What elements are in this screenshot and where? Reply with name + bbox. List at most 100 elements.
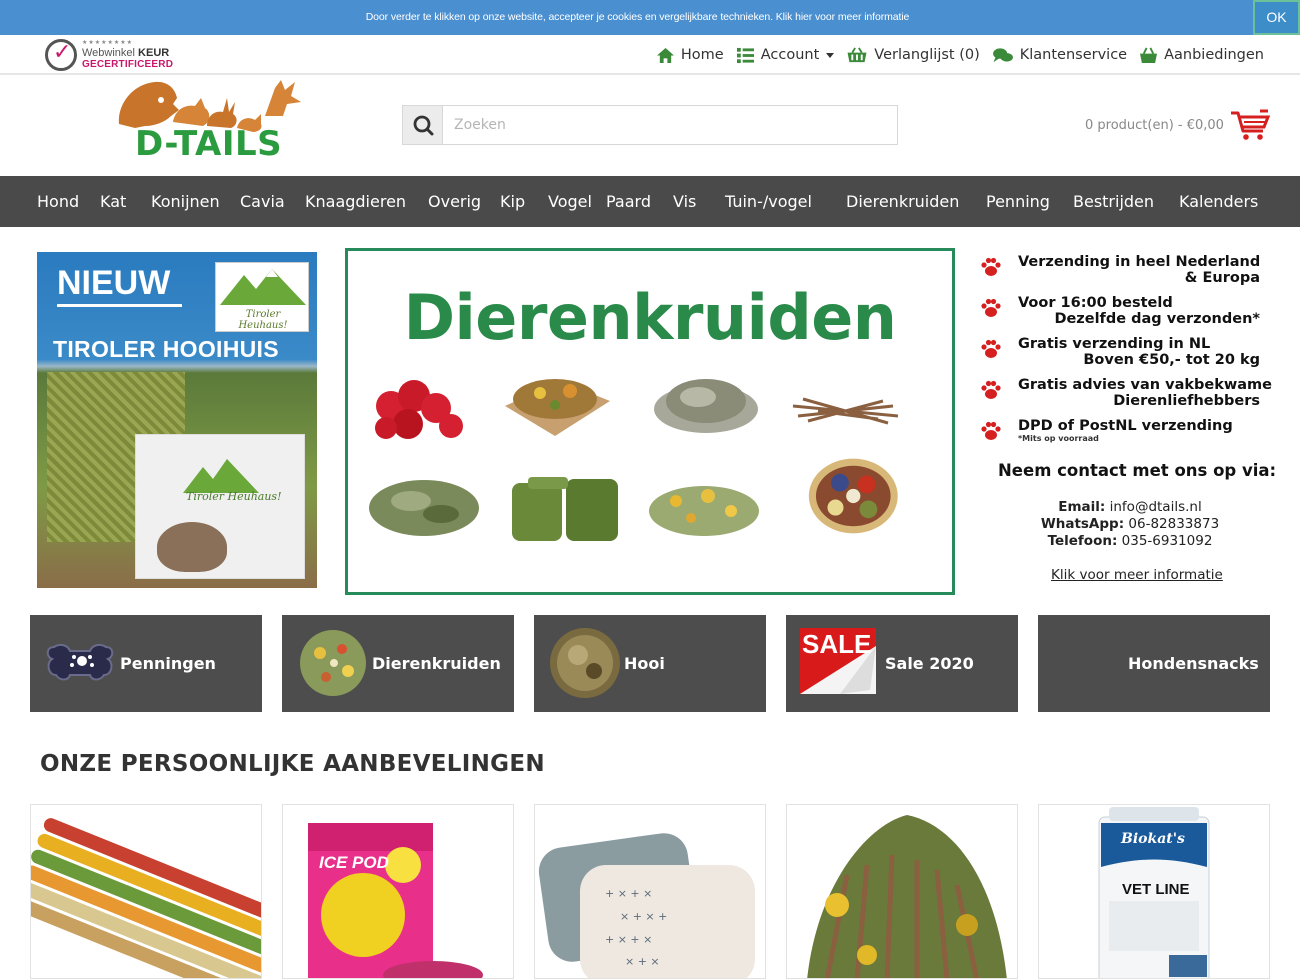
promo-nieuw-heading: NIEUW [57, 264, 171, 302]
contact-email: Email: info@dtails.nl [1058, 499, 1202, 515]
sale-sticker-text: SALE [802, 629, 872, 659]
tile-sale-2020[interactable]: SALE Sale 2020 [786, 615, 1018, 712]
svg-text:+ × + ×: + × + × [605, 933, 652, 946]
contact-whatsapp: WhatsApp: 06-82833873 [1040, 516, 1220, 532]
search-icon [413, 115, 434, 136]
raspberries-image [375, 380, 463, 439]
usp-item: Voor 16:00 besteld Dezelfde dag verzonde… [980, 295, 1270, 327]
nav-item-knaagdieren[interactable]: Knaagdieren [305, 176, 406, 227]
promo-main-title: Dierenkruiden [403, 281, 897, 354]
usp-line2: Boven €50,- tot 20 kg [1083, 352, 1260, 368]
usp-item: Verzending in heel Nederland & Europa [980, 254, 1270, 286]
nav-item-kat[interactable]: Kat [100, 176, 126, 227]
top-nav-service-label: Klantenservice [1019, 47, 1128, 63]
svg-text:× + × +: × + × + [620, 910, 667, 923]
mountain-icon [220, 269, 306, 305]
tile-hondensnacks[interactable]: Hondensnacks [1038, 615, 1270, 712]
product-card-cushion[interactable]: + × + × × + × + + × + × × + × [534, 804, 766, 979]
nav-item-konijnen[interactable]: Konijnen [151, 176, 220, 227]
top-nav-wishlist[interactable]: Verlanglijst (0) [846, 46, 980, 64]
nav-item-tuin-vogel[interactable]: Tuin-/vogel [725, 176, 812, 227]
herb-mix-image [300, 630, 366, 696]
nav-item-penning[interactable]: Penning [986, 176, 1050, 227]
top-nav-offers[interactable]: Aanbiedingen [1139, 47, 1264, 64]
recommendations-title: ONZE PERSOONLIJKE AANBEVELINGEN [40, 751, 545, 777]
top-bar: ✓ ★★★★★★★★ Webwinkel KEUR GECERTIFICEERD… [0, 35, 1300, 75]
promo-banner-tiroler-hooihuis[interactable]: NIEUW Tiroler Heuhaus! TIROLER HOOIHUIS … [37, 252, 317, 588]
tile-dierenkruiden[interactable]: Dierenkruiden [282, 615, 514, 712]
nav-item-paard[interactable]: Paard [606, 176, 651, 227]
usp-line2: Dierenliefhebbers [1113, 393, 1260, 409]
nav-item-dierenkruiden[interactable]: Dierenkruiden [846, 176, 959, 227]
nav-item-hond[interactable]: Hond [37, 176, 79, 227]
product-card-herbs-mix[interactable] [786, 804, 1018, 979]
svg-text:+ × + ×: + × + × [605, 887, 652, 900]
shopping-cart-icon [1230, 109, 1270, 140]
search-input[interactable] [444, 106, 896, 144]
checkmark-icon: ✓ [53, 40, 72, 65]
sticks-product-image [31, 818, 261, 978]
list-icon [736, 47, 754, 63]
main-nav: Hond Kat Konijnen Cavia Knaagdieren Over… [0, 176, 1300, 227]
nav-item-kalenders[interactable]: Kalenders [1179, 176, 1258, 227]
ice-pod-product-image [308, 823, 483, 978]
herb-bowl-image [808, 458, 898, 534]
cookie-bar: Door verder te klikken op onze website, … [0, 0, 1300, 35]
top-nav-home[interactable]: Home [656, 47, 724, 64]
nav-item-bestrijden[interactable]: Bestrijden [1073, 176, 1154, 227]
nav-item-vogel[interactable]: Vogel [548, 176, 592, 227]
product-card-sticks[interactable] [30, 804, 262, 979]
leaves-image [369, 480, 479, 536]
paw-icon [981, 421, 1001, 440]
shopping-basket-icon [1140, 47, 1158, 63]
contact-title: Neem contact met ons op via: [998, 461, 1277, 480]
fruit-mix-image [505, 379, 610, 436]
vet-line-label: VET LINE [1122, 881, 1190, 898]
paw-icon [981, 380, 1001, 399]
more-info-link[interactable]: Klik voor meer informatie [1051, 567, 1223, 583]
top-nav-account[interactable]: Account [736, 47, 835, 64]
keur-line1: Webwinkel KEUR [82, 47, 170, 59]
roots-image [792, 397, 899, 425]
promo-subheading: TIROLER HOOIHUIS [53, 336, 279, 362]
usp-line2: & Europa [1184, 270, 1260, 286]
tile-hooi[interactable]: Hooi [534, 615, 766, 712]
promo-banner-dierenkruiden[interactable]: Dierenkruiden [345, 248, 955, 595]
box-mountain-icon [183, 459, 259, 493]
chevron-down-icon [826, 52, 835, 58]
top-nav-wishlist-label: Verlanglijst (0) [874, 47, 980, 63]
keur-stars: ★★★★★★★★ [82, 39, 134, 46]
site-logo[interactable]: D-TAILS [115, 76, 320, 164]
webwinkel-keur-logo[interactable]: ✓ ★★★★★★★★ Webwinkel KEUR GECERTIFICEERD [45, 38, 175, 72]
nav-item-cavia[interactable]: Cavia [240, 176, 285, 227]
cookie-text[interactable]: Door verder te klikken op onze website, … [0, 0, 1275, 35]
usp-line1: DPD of PostNL verzending [1018, 418, 1233, 434]
tile-label: Hondensnacks [1128, 654, 1259, 673]
cart-summary[interactable]: 0 product(en) - €0,00 [1085, 108, 1270, 142]
tile-penningen[interactable]: Penningen [30, 615, 262, 712]
product-card-biokats[interactable]: Biokat's VET LINE [1038, 804, 1270, 979]
top-nav-service[interactable]: Klantenservice [992, 47, 1127, 64]
paw-icon [981, 298, 1001, 317]
nav-item-kip[interactable]: Kip [500, 176, 525, 227]
ice-pod-label: ICE POD [319, 853, 389, 872]
usp-item: Gratis verzending in NL Boven €50,- tot … [980, 336, 1270, 368]
promo-badge-text: Tiroler Heuhaus! [238, 309, 288, 331]
search-button[interactable] [403, 106, 443, 144]
usp-line1: Gratis advies van vakbekwame [1018, 377, 1272, 393]
chat-icon [992, 47, 1013, 62]
basket-icon [847, 46, 867, 62]
product-card-ice-pod[interactable]: ICE POD [282, 804, 514, 979]
tiroler-heuhaus-badge: Tiroler Heuhaus! [215, 262, 309, 332]
top-nav: Home Account Verlanglijst (0) Klantenser… [644, 35, 1264, 75]
tile-label: Dierenkruiden [372, 654, 501, 673]
usp-line2: Dezelfde dag verzonden* [1054, 311, 1260, 327]
top-nav-home-label: Home [680, 47, 724, 63]
nav-item-overig[interactable]: Overig [428, 176, 481, 227]
search-bar [402, 105, 898, 145]
usp-item: DPD of PostNL verzending *Mits op voorra… [980, 418, 1270, 443]
cookie-ok-button[interactable]: OK [1253, 0, 1300, 35]
hay-blocks-image [512, 477, 618, 541]
hay-image [550, 628, 620, 698]
nav-item-vis[interactable]: Vis [673, 176, 696, 227]
